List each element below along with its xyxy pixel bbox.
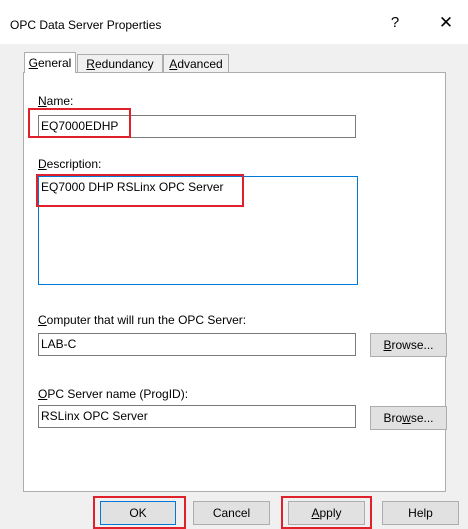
description-label: Description: (38, 157, 101, 171)
computer-label-key: C (38, 313, 47, 327)
tab-advanced-label: dvanced (177, 57, 223, 71)
name-label-text: ame: (46, 94, 74, 108)
name-label-key: N (38, 94, 47, 108)
browse-computer-label: rowse... (391, 338, 434, 352)
progid-field[interactable]: RSLinx OPC Server (38, 405, 356, 428)
title-bar: OPC Data Server Properties ? ✕ (0, 0, 468, 44)
apply-button[interactable]: Apply (288, 501, 365, 525)
progid-label-text: PC Server name (ProgID): (47, 387, 189, 401)
progid-label-key: O (38, 387, 48, 401)
browse-progid-button[interactable]: Browse... (370, 406, 447, 430)
tab-redundancy[interactable]: Redundancy (77, 54, 163, 73)
browse-computer-key: B (383, 338, 392, 352)
tab-general[interactable]: General (24, 52, 76, 73)
description-label-text: escription: (46, 157, 102, 171)
description-field[interactable]: EQ7000 DHP RSLinx OPC Server (38, 176, 358, 285)
description-label-key: D (38, 157, 47, 171)
tab-redundancy-key: R (86, 57, 95, 71)
tab-redundancy-label: edundancy (94, 57, 154, 71)
ok-button[interactable]: OK (100, 501, 176, 525)
help-button[interactable]: Help (382, 501, 459, 525)
close-icon[interactable]: ✕ (431, 10, 461, 36)
progid-label: OPC Server name (ProgID): (38, 387, 188, 401)
window-title: OPC Data Server Properties (10, 18, 162, 32)
tab-advanced[interactable]: Advanced (163, 54, 229, 73)
browse-computer-button[interactable]: Browse... (370, 333, 447, 357)
browse-progid-post: se... (410, 411, 434, 425)
computer-label-text: omputer that will run the OPC Server: (46, 313, 247, 327)
cancel-button[interactable]: Cancel (193, 501, 270, 525)
apply-button-key: A (311, 506, 320, 520)
tab-general-key: G (28, 56, 38, 70)
apply-button-label: pply (319, 506, 342, 520)
tab-general-label: eneral (37, 56, 72, 70)
computer-label: Computer that will run the OPC Server: (38, 313, 246, 327)
help-icon[interactable]: ? (380, 10, 410, 36)
name-field[interactable]: EQ7000EDHP (38, 115, 356, 138)
computer-field[interactable]: LAB-C (38, 333, 356, 356)
name-label: Name: (38, 94, 73, 108)
browse-progid-key: w (402, 411, 411, 425)
browse-progid-pre: Bro (383, 411, 403, 425)
